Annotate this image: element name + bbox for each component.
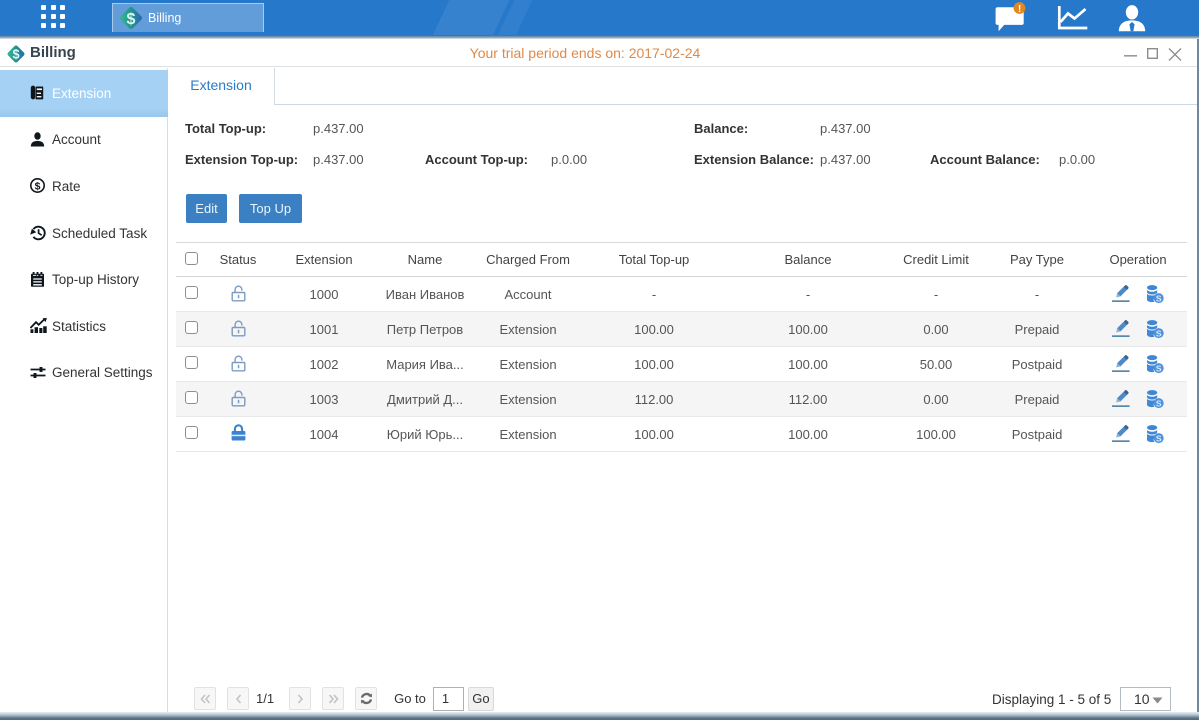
svg-text:S: S [1156, 293, 1162, 303]
svg-text:S: S [1156, 363, 1162, 373]
svg-text:S: S [1156, 398, 1162, 408]
svg-text:S: S [1156, 328, 1162, 338]
svg-text:$: $ [35, 181, 41, 193]
svg-text:!: ! [1018, 3, 1022, 15]
svg-text:S: S [1156, 433, 1162, 443]
